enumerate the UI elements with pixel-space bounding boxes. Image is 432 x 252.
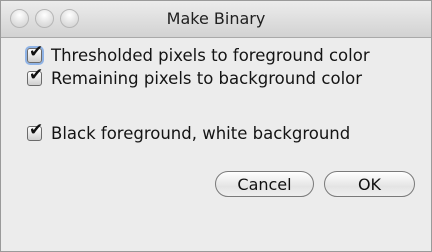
checkmark-icon: ✔	[29, 64, 44, 85]
thresholded-to-foreground-checkbox[interactable]: ✔	[27, 43, 43, 63]
checkmark-icon: ✔	[29, 119, 44, 140]
option-remaining-to-background[interactable]: ✔ Remaining pixels to background color	[27, 66, 362, 89]
remaining-to-background-checkbox[interactable]: ✔	[27, 66, 43, 86]
checkmark-icon: ✔	[29, 41, 44, 62]
cancel-button[interactable]: Cancel	[215, 171, 314, 197]
remaining-to-background-label[interactable]: Remaining pixels to background color	[51, 69, 362, 88]
black-foreground-white-background-checkbox[interactable]: ✔	[27, 121, 43, 141]
option-black-foreground-white-background[interactable]: ✔ Black foreground, white background	[27, 121, 350, 144]
title-bar: Make Binary	[1, 1, 431, 38]
ok-button[interactable]: OK	[324, 171, 415, 197]
black-foreground-white-background-label[interactable]: Black foreground, white background	[51, 124, 350, 143]
window-title: Make Binary	[166, 9, 266, 28]
make-binary-dialog: Make Binary ✔ Thresholded pixels to fore…	[0, 0, 432, 252]
option-thresholded-to-foreground[interactable]: ✔ Thresholded pixels to foreground color	[27, 43, 370, 66]
thresholded-to-foreground-label[interactable]: Thresholded pixels to foreground color	[51, 46, 370, 65]
